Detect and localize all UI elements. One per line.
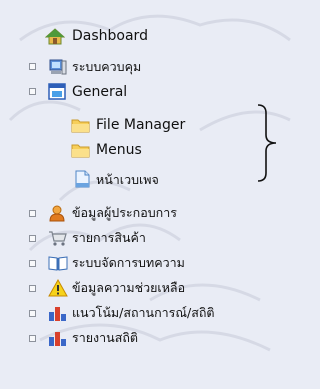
menu-label: ข้อมูลความช่วยเหลือ: [72, 280, 186, 295]
warning-icon: [48, 279, 68, 297]
menu-item-web-page[interactable]: หน้าเวบเพจ: [71, 169, 159, 191]
navigation-tree: Dashboard ระบบควบคุม General File Manage…: [0, 0, 297, 389]
expand-toggle[interactable]: [29, 210, 36, 217]
menu-label: แนวโน้ม/สถานการณ์/สถิติ: [72, 305, 215, 320]
expand-toggle[interactable]: [29, 235, 36, 242]
user-icon: [49, 205, 65, 222]
menu-label: File Manager: [96, 117, 186, 133]
expand-toggle[interactable]: [29, 63, 36, 70]
menu-label: หน้าเวบเพจ: [96, 172, 159, 187]
menu-item-operators[interactable]: ข้อมูลผู้ประกอบการ: [48, 202, 177, 224]
menu-item-help[interactable]: ข้อมูลความช่วยเหลือ: [48, 277, 185, 299]
bar-chart-icon: [49, 332, 66, 346]
menu-item-dashboard[interactable]: Dashboard: [45, 25, 148, 47]
menu-item-reports[interactable]: รายงานสถิติ: [48, 327, 138, 349]
menu-label: ระบบควบคุม: [72, 59, 142, 74]
menu-item-articles[interactable]: ระบบจัดการบทความ: [48, 252, 185, 274]
menu-item-products[interactable]: รายการสินค้า: [48, 227, 146, 249]
expand-toggle[interactable]: [29, 88, 36, 95]
menu-item-control-system[interactable]: ระบบควบคุม: [48, 56, 141, 78]
menu-label: ข้อมูลผู้ประกอบการ: [72, 205, 177, 220]
computer-icon: [49, 59, 67, 75]
menu-item-trends[interactable]: แนวโน้ม/สถานการณ์/สถิติ: [48, 302, 215, 324]
bar-chart-icon: [49, 307, 66, 321]
menu-label: Menus: [96, 142, 142, 158]
expand-toggle[interactable]: [29, 285, 36, 292]
menu-label: Dashboard: [72, 28, 148, 44]
monitor-frame-icon: [48, 83, 66, 100]
folder-icon: [71, 144, 90, 158]
menu-item-general[interactable]: General: [48, 81, 127, 103]
expand-toggle[interactable]: [29, 260, 36, 267]
folder-icon: [71, 119, 90, 133]
menu-label: รายการสินค้า: [72, 230, 146, 245]
menu-label: General: [72, 84, 128, 100]
expand-toggle[interactable]: [29, 335, 36, 342]
curly-brace-annotation: [257, 104, 277, 182]
page-icon: [75, 170, 90, 188]
book-icon: [48, 256, 68, 271]
expand-toggle[interactable]: [29, 310, 36, 317]
home-icon: [45, 28, 65, 45]
menu-item-file-manager[interactable]: File Manager: [71, 114, 185, 136]
menu-label: ระบบจัดการบทความ: [72, 255, 185, 270]
menu-item-menus[interactable]: Menus: [71, 139, 142, 161]
menu-label: รายงานสถิติ: [72, 330, 139, 345]
cart-icon: [49, 231, 67, 246]
